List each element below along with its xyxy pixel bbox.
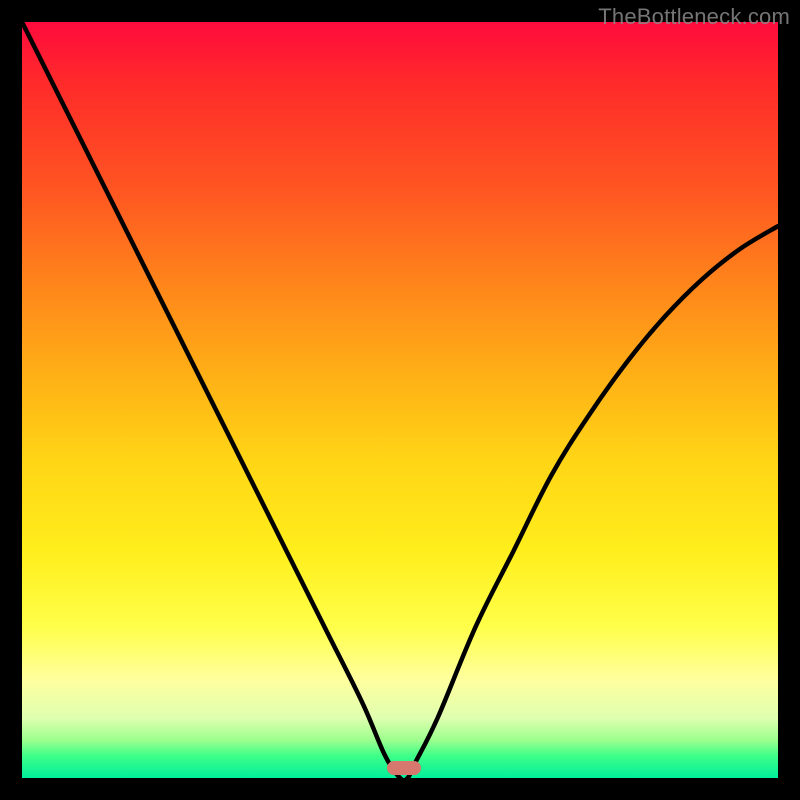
plot-area (22, 22, 778, 778)
chart-frame: TheBottleneck.com (0, 0, 800, 800)
watermark-text: TheBottleneck.com (598, 4, 790, 30)
optimal-marker (387, 761, 421, 775)
bottleneck-curve (22, 22, 778, 778)
